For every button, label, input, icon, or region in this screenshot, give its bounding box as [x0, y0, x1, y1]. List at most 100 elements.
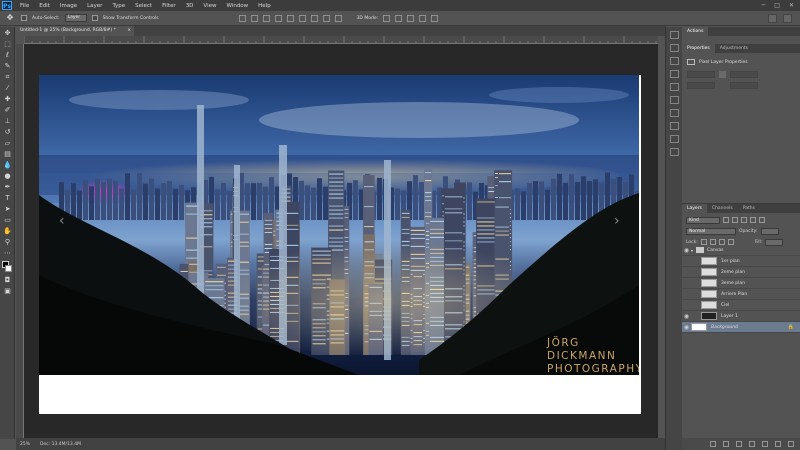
path-select-tool-icon[interactable]: ➤ [2, 204, 13, 214]
layer-row-1er-plan[interactable]: 1er plan [682, 256, 800, 267]
quick-mask-icon[interactable]: ◘ [2, 275, 13, 285]
tab-adjustments[interactable]: Adjustments [715, 44, 753, 53]
x-position-field[interactable] [687, 82, 715, 89]
expand-arrow-icon[interactable]: ▾ [691, 248, 695, 253]
menu-window[interactable]: Window [221, 3, 253, 9]
lasso-tool-icon[interactable]: ℓ [2, 50, 13, 60]
brush-panel-icon[interactable] [669, 122, 679, 130]
screen-mode-icon[interactable]: ▣ [2, 286, 13, 296]
libraries-panel-icon[interactable] [669, 83, 679, 91]
tab-properties[interactable]: Properties [682, 44, 715, 53]
3d-rotate-icon[interactable] [383, 14, 391, 22]
healing-brush-tool-icon[interactable]: ✚ [2, 94, 13, 104]
workspace-icon[interactable] [783, 13, 792, 23]
layer-row-3eme-plan[interactable]: 3eme plan [682, 278, 800, 289]
align-bottom-icon[interactable] [262, 14, 270, 22]
canvas-area[interactable]: ‹ › JÖRG DICKMANN PHOTOGRAPHY [24, 44, 658, 438]
crop-tool-icon[interactable]: ⌗ [2, 72, 13, 82]
gradient-tool-icon[interactable]: ▤ [2, 149, 13, 159]
brush-tool-icon[interactable]: ✐ [2, 105, 13, 115]
zoom-tool-icon[interactable]: ⚲ [2, 237, 13, 247]
align-left-icon[interactable] [274, 14, 282, 22]
shape-tool-icon[interactable]: ▭ [2, 215, 13, 225]
vertical-ruler[interactable] [16, 44, 24, 438]
distribute-vertical-icon[interactable] [334, 14, 342, 22]
close-tab-icon[interactable]: × [127, 26, 131, 36]
eyedropper-tool-icon[interactable]: ⁄ [2, 83, 13, 93]
layer-row-arriere-plan[interactable]: Arriere Plan [682, 289, 800, 300]
menu-view[interactable]: View [198, 3, 221, 9]
history-panel-icon[interactable] [669, 31, 679, 39]
search-icon[interactable] [768, 13, 777, 23]
close-icon[interactable]: ✕ [789, 2, 794, 9]
auto-select-target-dropdown[interactable]: Layer [64, 14, 87, 22]
menu-filter[interactable]: Filter [157, 3, 181, 9]
visibility-eye-icon[interactable]: ◉ [682, 247, 691, 254]
add-mask-icon[interactable] [736, 441, 742, 447]
eraser-tool-icon[interactable]: ▱ [2, 138, 13, 148]
tab-actions[interactable]: Actions [682, 27, 709, 36]
menu-edit[interactable]: Edit [34, 3, 55, 9]
adjustment-layer-icon[interactable] [749, 441, 755, 447]
filter-adjustment-icon[interactable] [732, 217, 738, 223]
zoom-level[interactable]: 25% [20, 442, 30, 447]
history-brush-tool-icon[interactable]: ↺ [2, 127, 13, 137]
menu-type[interactable]: Type [107, 3, 130, 9]
menu-image[interactable]: Image [55, 3, 82, 9]
filter-smart-object-icon[interactable] [759, 217, 765, 223]
align-middle-icon[interactable] [250, 14, 258, 22]
info-panel-icon[interactable] [669, 148, 679, 156]
filter-shape-icon[interactable] [750, 217, 756, 223]
layer-row-background[interactable]: ◉ Background 🔒 [682, 322, 800, 333]
layer-row-2eme-plan[interactable]: 2eme plan [682, 267, 800, 278]
clone-stamp-tool-icon[interactable]: ⊥ [2, 116, 13, 126]
width-field[interactable] [687, 71, 715, 78]
new-group-icon[interactable] [762, 441, 768, 447]
3d-slide-icon[interactable] [419, 14, 427, 22]
character-panel-icon[interactable] [669, 96, 679, 104]
filter-pixel-icon[interactable] [723, 217, 729, 223]
clone-source-panel-icon[interactable] [669, 135, 679, 143]
blur-tool-icon[interactable]: 💧 [2, 160, 13, 170]
visibility-eye-icon[interactable]: ◉ [682, 313, 691, 320]
filter-kind-dropdown[interactable]: Kind [686, 216, 720, 224]
menu-layer[interactable]: Layer [82, 3, 107, 9]
opacity-field[interactable] [760, 227, 779, 235]
distribute-icon[interactable] [310, 14, 318, 22]
3d-pan-icon[interactable] [407, 14, 415, 22]
quick-select-tool-icon[interactable]: ✎ [2, 61, 13, 71]
tab-paths[interactable]: Paths [738, 204, 760, 213]
align-right-icon[interactable] [298, 14, 306, 22]
3d-roll-icon[interactable] [395, 14, 403, 22]
actions-panel-icon[interactable] [669, 44, 679, 52]
visibility-eye-icon[interactable]: ◉ [682, 324, 691, 331]
dodge-tool-icon[interactable]: ● [2, 171, 13, 181]
menu-3d[interactable]: 3D [181, 3, 199, 9]
y-position-field[interactable] [730, 82, 758, 89]
horizontal-ruler[interactable] [24, 36, 658, 44]
height-field[interactable] [730, 71, 758, 78]
layer-row-canvas[interactable]: ◉ ▾ Canvas [682, 245, 800, 256]
link-dimensions-icon[interactable] [719, 71, 726, 78]
3d-scale-icon[interactable] [431, 14, 439, 22]
tab-layers[interactable]: Layers [682, 204, 707, 213]
show-transform-checkbox[interactable] [91, 15, 98, 21]
filter-type-icon[interactable] [741, 217, 747, 223]
align-center-icon[interactable] [286, 14, 294, 22]
delete-layer-icon[interactable] [788, 441, 794, 447]
move-tool-icon[interactable]: ✥ [2, 28, 13, 38]
color-panel-icon[interactable] [669, 57, 679, 65]
layer-style-icon[interactable] [723, 441, 729, 447]
link-layers-icon[interactable] [710, 441, 716, 447]
align-top-icon[interactable] [238, 14, 246, 22]
paragraph-panel-icon[interactable] [669, 109, 679, 117]
color-swatches[interactable] [0, 260, 15, 274]
move-tool-preset-icon[interactable]: ✥ [4, 13, 16, 23]
menu-select[interactable]: Select [130, 3, 157, 9]
layer-row-ciel[interactable]: Ciel [682, 300, 800, 311]
layer-row-layer-1[interactable]: ◉ Layer 1 [682, 311, 800, 322]
more-tools-icon[interactable]: ⋯ [2, 248, 13, 258]
blend-mode-dropdown[interactable]: Normal [686, 227, 736, 235]
menu-file[interactable]: File [15, 3, 34, 9]
type-tool-icon[interactable]: T [2, 193, 13, 203]
